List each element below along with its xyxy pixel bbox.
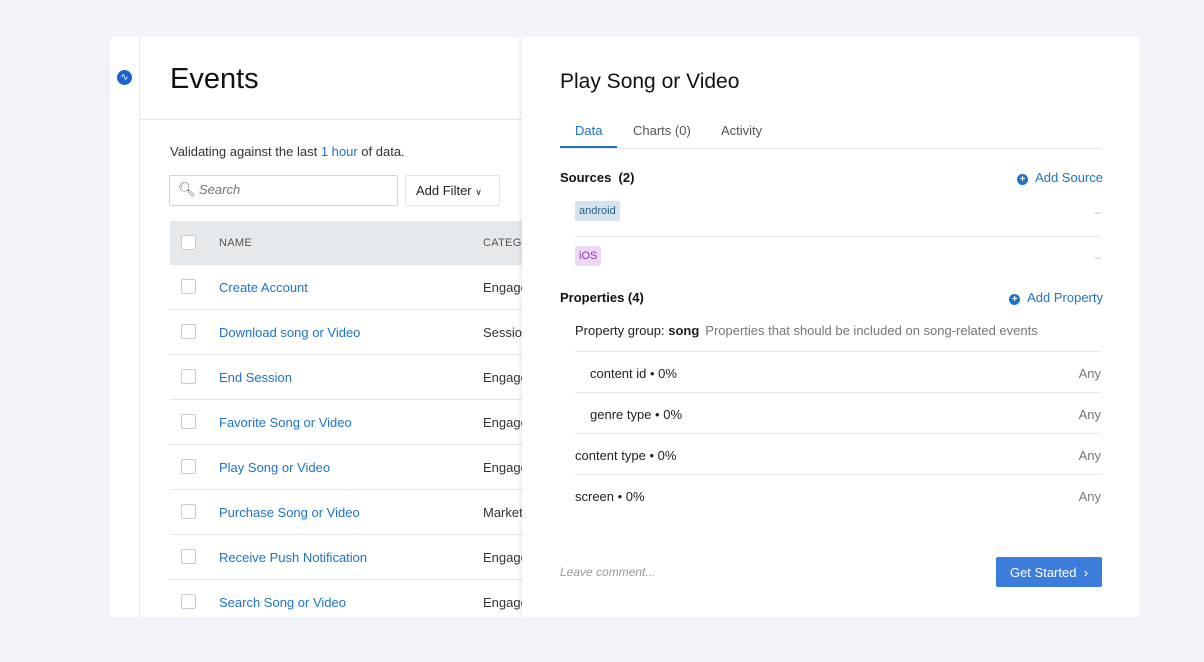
select-all-checkbox[interactable] xyxy=(181,235,196,250)
validation-text: Validating against the last 1 hour of da… xyxy=(170,144,405,159)
plus-circle-icon: + xyxy=(1009,294,1021,305)
event-category: Engagement xyxy=(483,415,522,430)
property-row[interactable]: genre type • 0% Any xyxy=(575,392,1101,433)
event-name-link[interactable]: Download song or Video xyxy=(219,325,360,340)
event-category: Engagement xyxy=(483,280,522,295)
event-name-link[interactable]: Receive Push Notification xyxy=(219,550,367,565)
source-value: – xyxy=(1094,250,1101,264)
page-title: Events xyxy=(170,63,259,95)
property-type: Any xyxy=(1078,448,1101,463)
table-row[interactable]: Favorite Song or Video Engagement xyxy=(170,400,522,445)
property-row[interactable]: screen • 0% Any xyxy=(575,474,1101,515)
row-checkbox[interactable] xyxy=(181,549,196,564)
event-category: Engagement xyxy=(483,550,522,565)
table-row[interactable]: Receive Push Notification Engagement xyxy=(170,535,522,580)
tab-data[interactable]: Data xyxy=(560,123,618,148)
property-row[interactable]: content id • 0% Any xyxy=(575,351,1101,392)
event-category: Engagement xyxy=(483,460,522,475)
properties-heading: Properties (4) xyxy=(560,290,644,305)
comment-input[interactable]: Leave comment... xyxy=(560,565,655,579)
event-category: Marketing xyxy=(483,505,522,520)
row-checkbox[interactable] xyxy=(181,279,196,294)
property-name: content id • 0% xyxy=(590,366,677,381)
event-name-link[interactable]: Play Song or Video xyxy=(219,460,330,475)
tab-charts[interactable]: Charts (0) xyxy=(633,123,691,138)
chevron-down-icon: ∨ xyxy=(475,187,482,197)
search-box[interactable]: 🔍︎ xyxy=(169,175,398,206)
event-detail-panel: Play Song or Video Data Charts (0) Activ… xyxy=(522,37,1139,617)
property-name: genre type • 0% xyxy=(590,407,682,422)
property-type: Any xyxy=(1078,407,1101,422)
table-row[interactable]: Create Account Engagement xyxy=(170,265,522,310)
property-name: content type • 0% xyxy=(575,448,677,463)
table-row[interactable]: End Session Engagement xyxy=(170,355,522,400)
source-value: – xyxy=(1094,205,1101,219)
row-checkbox[interactable] xyxy=(181,414,196,429)
time-range-link[interactable]: 1 hour xyxy=(321,144,358,159)
table-header: NAME CATEGORY xyxy=(170,221,522,265)
event-name-link[interactable]: Create Account xyxy=(219,280,308,295)
event-name-link[interactable]: End Session xyxy=(219,370,292,385)
sidebar-rail: ∿ xyxy=(110,37,140,617)
event-category: Session xyxy=(483,325,522,340)
event-title: Play Song or Video xyxy=(560,70,740,93)
row-checkbox[interactable] xyxy=(181,324,196,339)
event-category: Engagement xyxy=(483,595,522,610)
property-name: screen • 0% xyxy=(575,489,645,504)
chevron-right-icon: › xyxy=(1083,564,1089,580)
table-row[interactable]: Download song or Video Session xyxy=(170,310,522,355)
event-name-link[interactable]: Purchase Song or Video xyxy=(219,505,360,520)
table-row[interactable]: Purchase Song or Video Marketing xyxy=(170,490,522,535)
events-panel: Events Validating against the last 1 hou… xyxy=(140,37,522,617)
source-row[interactable]: android – xyxy=(575,192,1101,237)
add-filter-button[interactable]: Add Filter ∨ xyxy=(405,175,500,206)
source-tag: iOS xyxy=(575,246,602,266)
search-input[interactable] xyxy=(199,182,389,197)
tabs: Data Charts (0) Activity xyxy=(560,121,1101,149)
property-type: Any xyxy=(1078,366,1101,381)
property-row[interactable]: content type • 0% Any xyxy=(575,433,1101,474)
main-card: ∿ Events Validating against the last 1 h… xyxy=(110,37,1139,617)
event-name-link[interactable]: Favorite Song or Video xyxy=(219,415,352,430)
plus-circle-icon: + xyxy=(1017,174,1029,185)
source-tag: android xyxy=(575,201,620,221)
tab-activity[interactable]: Activity xyxy=(721,123,762,138)
property-type: Any xyxy=(1078,489,1101,504)
row-checkbox[interactable] xyxy=(181,594,196,609)
table-row[interactable]: Play Song or Video Engagement xyxy=(170,445,522,490)
get-started-button[interactable]: Get Started › xyxy=(996,557,1102,587)
row-checkbox[interactable] xyxy=(181,369,196,384)
row-checkbox[interactable] xyxy=(181,459,196,474)
amplitude-logo-icon[interactable]: ∿ xyxy=(117,70,132,85)
sources-heading: Sources (2) xyxy=(560,170,635,185)
add-source-button[interactable]: + Add Source xyxy=(1017,170,1103,185)
event-name-link[interactable]: Search Song or Video xyxy=(219,595,346,610)
column-name[interactable]: NAME xyxy=(219,237,252,249)
source-row[interactable]: iOS – xyxy=(575,237,1101,282)
row-checkbox[interactable] xyxy=(181,504,196,519)
property-group: Property group: song Properties that shou… xyxy=(575,323,1038,338)
search-icon: 🔍︎ xyxy=(178,181,196,197)
add-property-button[interactable]: + Add Property xyxy=(1009,290,1103,305)
event-category: Engagement xyxy=(483,370,522,385)
events-table: NAME CATEGORY Create Account Engagement Do… xyxy=(170,221,522,617)
column-category[interactable]: CATEGORY xyxy=(483,237,522,249)
table-row[interactable]: Search Song or Video Engagement xyxy=(170,580,522,617)
